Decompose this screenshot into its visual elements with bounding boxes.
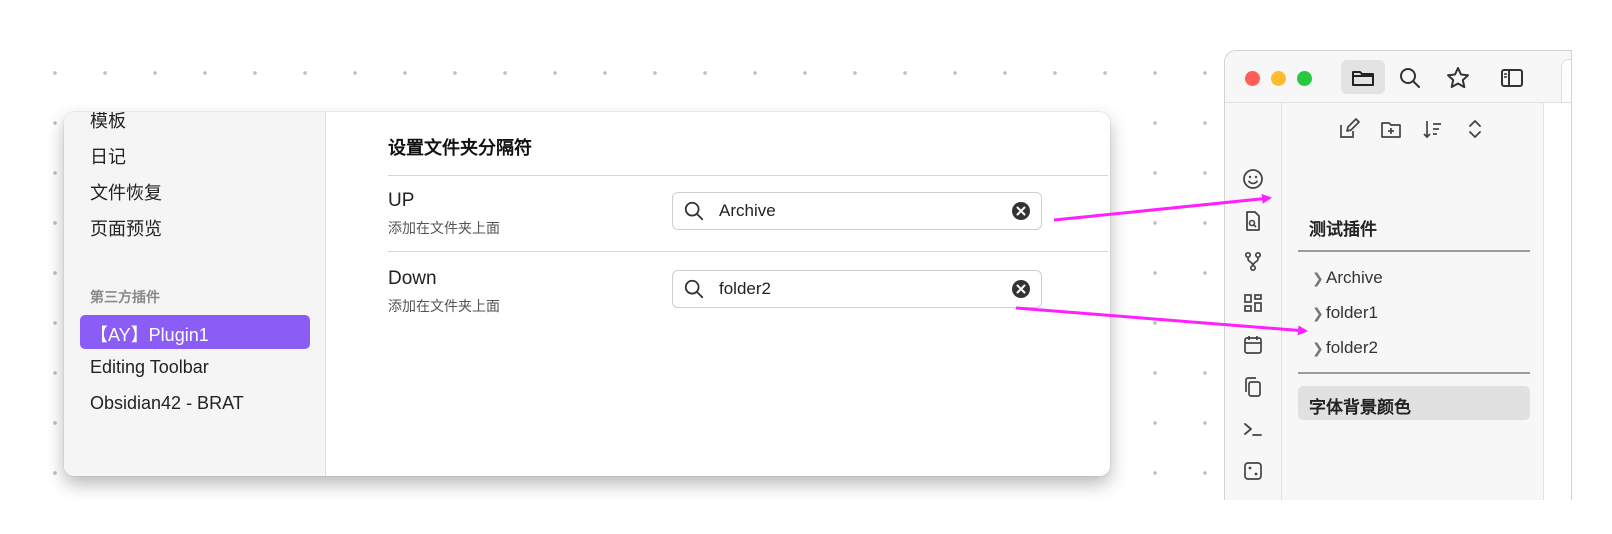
section-title: 设置文件夹分隔符 (388, 138, 532, 158)
chevron-right-icon: ❯ (1312, 340, 1324, 356)
up-setting-name: UP (388, 190, 415, 211)
grid-icon[interactable] (1241, 291, 1265, 315)
selected-file-item[interactable]: 字体背景颜色 (1298, 386, 1530, 420)
third-party-plugins-heading: 第三方插件 (90, 289, 160, 305)
sidebar-toggle-icon[interactable] (1497, 63, 1527, 93)
screenshot-stage: 模板 日记 文件恢复 页面预览 第三方插件 【AY】Plugin1 Editin… (0, 0, 1612, 534)
search-icon (684, 201, 704, 221)
minimize-window-button[interactable] (1271, 71, 1286, 86)
copy-icon[interactable] (1241, 375, 1265, 399)
obsidian-window: 测试插件 ❯ Archive ❯ folder1 ❯ folder2 字体背景颜色 (1224, 50, 1572, 500)
file-search-icon[interactable] (1241, 209, 1265, 233)
up-folder-search-input[interactable]: Archive (672, 192, 1042, 230)
separator-line (1298, 250, 1530, 252)
search-icon[interactable] (1395, 63, 1425, 93)
window-titlebar (1225, 51, 1571, 103)
down-folder-value[interactable]: folder2 (719, 279, 1011, 299)
zoom-window-button[interactable] (1297, 71, 1312, 86)
separator-line (1298, 372, 1530, 374)
chevron-right-icon: ❯ (1312, 305, 1324, 321)
down-setting-name: Down (388, 268, 437, 289)
git-branch-icon[interactable] (1241, 249, 1265, 273)
settings-modal: 模板 日记 文件恢复 页面预览 第三方插件 【AY】Plugin1 Editin… (64, 112, 1110, 476)
folder-icon[interactable] (1348, 63, 1378, 93)
down-folder-search-input[interactable]: folder2 (672, 270, 1042, 308)
clear-icon[interactable] (1011, 201, 1031, 221)
nav-file-recovery[interactable]: 文件恢复 (90, 179, 162, 205)
nav-editing-toolbar[interactable]: Editing Toolbar (90, 357, 209, 378)
up-setting-description: 添加在文件夹上面 (388, 220, 500, 236)
new-note-icon[interactable] (1337, 117, 1361, 141)
collapse-icon[interactable] (1463, 117, 1487, 141)
close-window-button[interactable] (1245, 71, 1260, 86)
nav-daily-notes[interactable]: 日记 (90, 143, 126, 169)
dice-icon[interactable] (1241, 459, 1265, 483)
tab-header-edge (1561, 59, 1571, 103)
nav-templates[interactable]: 模板 (90, 112, 126, 133)
nav-page-preview[interactable]: 页面预览 (90, 215, 162, 241)
calendar-icon[interactable] (1241, 333, 1265, 357)
sort-icon[interactable] (1421, 117, 1445, 141)
folder-item[interactable]: ❯ Archive (1312, 268, 1383, 288)
new-folder-icon[interactable] (1379, 117, 1403, 141)
file-explorer-pane: 测试插件 ❯ Archive ❯ folder1 ❯ folder2 字体背景颜色 (1282, 103, 1544, 500)
star-icon[interactable] (1443, 63, 1473, 93)
settings-sidebar: 模板 日记 文件恢复 页面预览 第三方插件 【AY】Plugin1 Editin… (64, 112, 326, 476)
folder-separator-label: 测试插件 (1309, 220, 1377, 239)
folder-item[interactable]: ❯ folder2 (1312, 338, 1378, 358)
terminal-icon[interactable] (1241, 417, 1265, 441)
divider (388, 251, 1108, 252)
left-ribbon (1225, 103, 1282, 500)
nav-plugin1-active[interactable]: 【AY】Plugin1 (80, 315, 310, 349)
clear-icon[interactable] (1011, 279, 1031, 299)
chevron-right-icon: ❯ (1312, 270, 1324, 286)
smiley-icon[interactable] (1241, 167, 1265, 191)
settings-content: 设置文件夹分隔符 UP 添加在文件夹上面 Archive Down 添加在文件夹… (326, 112, 1110, 476)
down-setting-description: 添加在文件夹上面 (388, 298, 500, 314)
search-icon (684, 279, 704, 299)
up-folder-value[interactable]: Archive (719, 201, 1011, 221)
nav-brat[interactable]: Obsidian42 - BRAT (90, 393, 244, 414)
divider (388, 175, 1108, 176)
folder-item[interactable]: ❯ folder1 (1312, 303, 1378, 323)
